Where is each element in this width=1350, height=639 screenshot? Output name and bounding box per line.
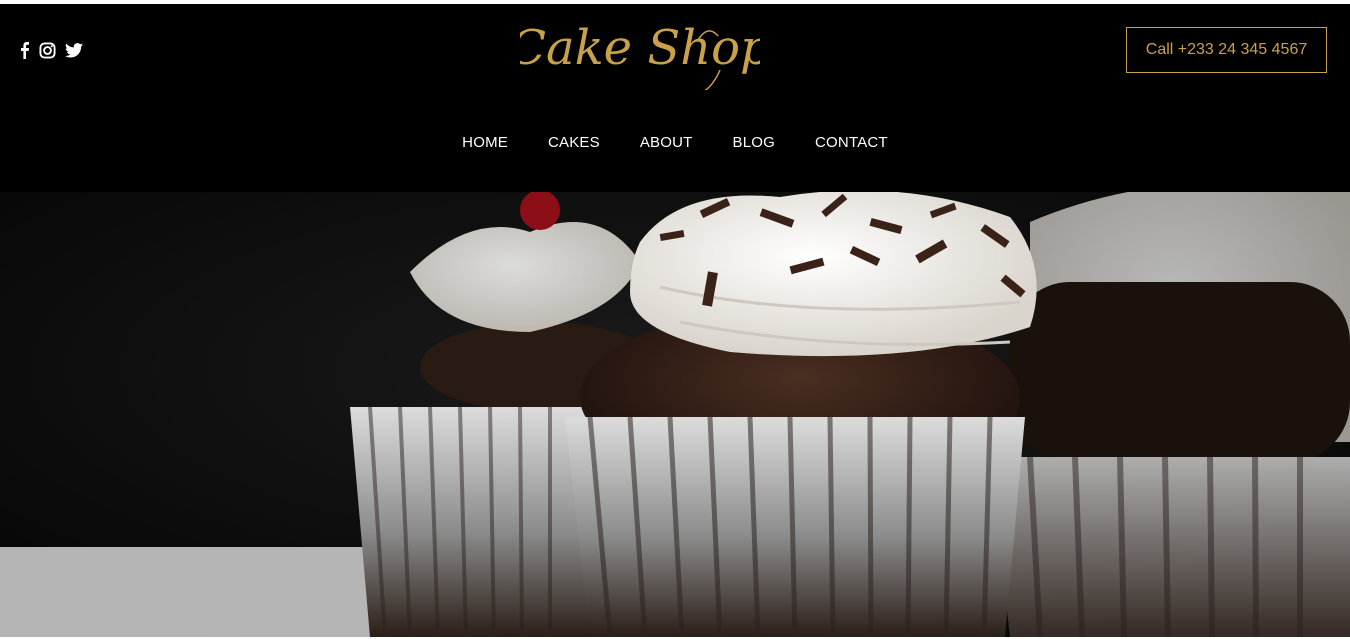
hero-image: [0, 192, 1350, 637]
instagram-icon[interactable]: [39, 41, 56, 59]
nav-item-cakes[interactable]: CAKES: [548, 134, 600, 151]
facebook-icon[interactable]: [19, 41, 30, 59]
site-header: Cake Shop Call +233 24 345 4567 HOME CAK…: [0, 4, 1350, 192]
page-frame: Cake Shop Call +233 24 345 4567 HOME CAK…: [0, 4, 1350, 637]
main-nav: HOME CAKES ABOUT BLOG CONTACT: [0, 134, 1350, 151]
site-logo[interactable]: Cake Shop: [509, 10, 771, 93]
nav-item-home[interactable]: HOME: [462, 134, 508, 151]
social-links: [19, 41, 83, 59]
nav-item-blog[interactable]: BLOG: [733, 134, 775, 151]
nav-item-about[interactable]: ABOUT: [640, 134, 693, 151]
call-button[interactable]: Call +233 24 345 4567: [1126, 27, 1327, 73]
twitter-icon[interactable]: [65, 42, 83, 58]
nav-item-contact[interactable]: CONTACT: [815, 134, 888, 151]
logo-text: Cake Shop: [520, 20, 760, 76]
